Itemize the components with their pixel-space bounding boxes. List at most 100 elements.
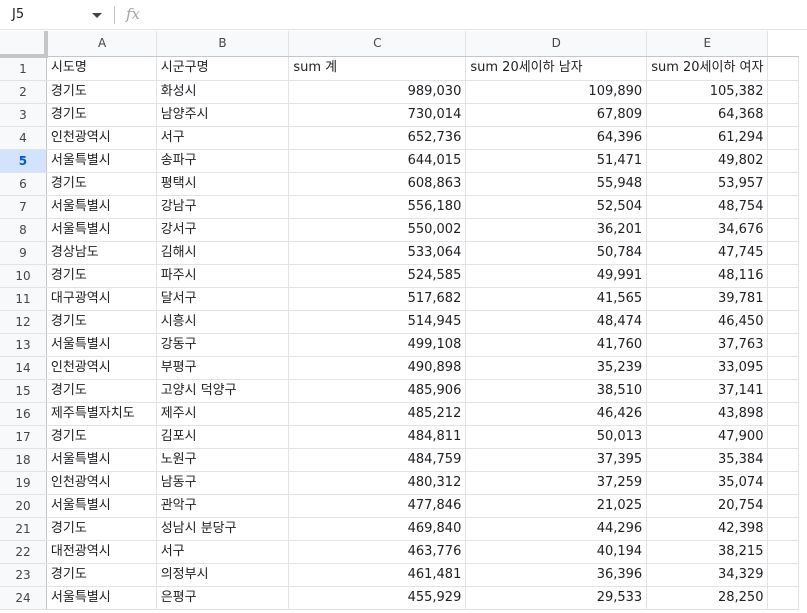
cell[interactable]: 50,013 — [465, 425, 648, 449]
cell[interactable]: 46,450 — [646, 310, 769, 334]
cell[interactable]: 469,840 — [288, 517, 467, 541]
cell[interactable]: 989,030 — [288, 80, 467, 104]
cell[interactable]: 송파구 — [156, 149, 290, 173]
cell[interactable]: 48,116 — [646, 264, 769, 288]
cell[interactable]: 인천광역시 — [46, 471, 157, 495]
cell[interactable]: 42,398 — [646, 517, 769, 541]
cell[interactable]: 484,759 — [288, 448, 467, 472]
cell[interactable]: 의정부시 — [156, 563, 290, 587]
cell[interactable]: 48,474 — [465, 310, 648, 334]
cell[interactable]: 46,426 — [465, 402, 648, 426]
cell[interactable] — [767, 517, 799, 541]
name-box[interactable]: J5 — [0, 3, 108, 27]
cell[interactable] — [767, 425, 799, 449]
cell[interactable]: 서울특별시 — [46, 448, 157, 472]
cell[interactable] — [767, 310, 799, 334]
cell[interactable]: 남동구 — [156, 471, 290, 495]
cell[interactable]: 경기도 — [46, 310, 157, 334]
cell[interactable]: 28,250 — [646, 586, 769, 610]
cell[interactable] — [767, 448, 799, 472]
select-all-corner[interactable] — [0, 31, 49, 58]
cell[interactable]: 36,396 — [465, 563, 648, 587]
cell[interactable]: 시흥시 — [156, 310, 290, 334]
cell[interactable]: 인천광역시 — [46, 126, 157, 150]
cell[interactable]: 20,754 — [646, 494, 769, 518]
cell[interactable]: 41,565 — [465, 287, 648, 311]
column-header-a[interactable]: A — [46, 31, 157, 57]
row-header[interactable]: 8 — [0, 218, 47, 242]
cell[interactable]: 480,312 — [288, 471, 467, 495]
row-header[interactable]: 5 — [0, 149, 47, 173]
cell[interactable]: 37,395 — [465, 448, 648, 472]
cell[interactable]: 달서구 — [156, 287, 290, 311]
column-header-e[interactable]: E — [646, 31, 769, 57]
cell[interactable]: 50,784 — [465, 241, 648, 265]
cell[interactable]: 49,991 — [465, 264, 648, 288]
cell[interactable] — [767, 471, 799, 495]
row-header[interactable]: 4 — [0, 126, 47, 150]
row-header[interactable]: 11 — [0, 287, 47, 311]
column-header-d[interactable]: D — [465, 31, 648, 57]
cell[interactable] — [767, 195, 799, 219]
row-header[interactable]: 7 — [0, 195, 47, 219]
cell[interactable]: 21,025 — [465, 494, 648, 518]
cell[interactable]: 490,898 — [288, 356, 467, 380]
cell[interactable]: 평택시 — [156, 172, 290, 196]
cell[interactable] — [767, 241, 799, 265]
cell[interactable]: 노원구 — [156, 448, 290, 472]
cell[interactable]: 35,384 — [646, 448, 769, 472]
cell[interactable]: 461,481 — [288, 563, 467, 587]
cell[interactable]: 성남시 분당구 — [156, 517, 290, 541]
cell[interactable]: 대전광역시 — [46, 540, 157, 564]
cell[interactable]: 550,002 — [288, 218, 467, 242]
cell[interactable]: 43,898 — [646, 402, 769, 426]
cell[interactable]: 대구광역시 — [46, 287, 157, 311]
cell[interactable]: 시도명 — [46, 56, 157, 81]
cell[interactable]: 37,141 — [646, 379, 769, 403]
cell[interactable]: 37,763 — [646, 333, 769, 357]
row-header[interactable]: 15 — [0, 379, 47, 403]
cell[interactable]: 485,212 — [288, 402, 467, 426]
cell[interactable]: 652,736 — [288, 126, 467, 150]
cell[interactable]: 51,471 — [465, 149, 648, 173]
cell[interactable]: 499,108 — [288, 333, 467, 357]
cell[interactable]: 37,259 — [465, 471, 648, 495]
cell[interactable] — [767, 287, 799, 311]
cell[interactable]: 34,676 — [646, 218, 769, 242]
cell[interactable] — [767, 172, 799, 196]
cell[interactable]: 29,533 — [465, 586, 648, 610]
cell[interactable]: sum 20세이하 남자 — [465, 56, 648, 81]
cell[interactable]: 644,015 — [288, 149, 467, 173]
row-header[interactable]: 16 — [0, 402, 47, 426]
row-header[interactable]: 2 — [0, 80, 47, 104]
cell[interactable]: 강동구 — [156, 333, 290, 357]
cell[interactable]: 64,368 — [646, 103, 769, 127]
cell[interactable]: 109,890 — [465, 80, 648, 104]
name-box-value[interactable]: J5 — [12, 7, 24, 22]
cell[interactable]: 화성시 — [156, 80, 290, 104]
cell[interactable]: 경상남도 — [46, 241, 157, 265]
cell[interactable] — [767, 264, 799, 288]
cell[interactable]: 38,215 — [646, 540, 769, 564]
cell[interactable]: 477,846 — [288, 494, 467, 518]
row-header[interactable]: 20 — [0, 494, 47, 518]
cell[interactable] — [767, 586, 799, 610]
cell[interactable]: 서울특별시 — [46, 195, 157, 219]
cell[interactable]: 서울특별시 — [46, 494, 157, 518]
cell[interactable]: 경기도 — [46, 379, 157, 403]
row-header[interactable]: 17 — [0, 425, 47, 449]
cell[interactable]: 경기도 — [46, 425, 157, 449]
row-header[interactable]: 10 — [0, 264, 47, 288]
cell[interactable]: 36,201 — [465, 218, 648, 242]
cell[interactable]: 608,863 — [288, 172, 467, 196]
cell[interactable]: 39,781 — [646, 287, 769, 311]
cell[interactable]: 484,811 — [288, 425, 467, 449]
cell[interactable]: 53,957 — [646, 172, 769, 196]
cell[interactable] — [767, 103, 799, 127]
cell[interactable]: sum 계 — [288, 56, 467, 81]
row-header[interactable]: 12 — [0, 310, 47, 334]
cell[interactable]: 514,945 — [288, 310, 467, 334]
cell[interactable]: 인천광역시 — [46, 356, 157, 380]
cell[interactable]: 김포시 — [156, 425, 290, 449]
spreadsheet-grid[interactable]: ABCDE 1 시도명 시군구명 sum 계 sum 20세이하 남자 sum 20세이하… — [0, 31, 807, 613]
